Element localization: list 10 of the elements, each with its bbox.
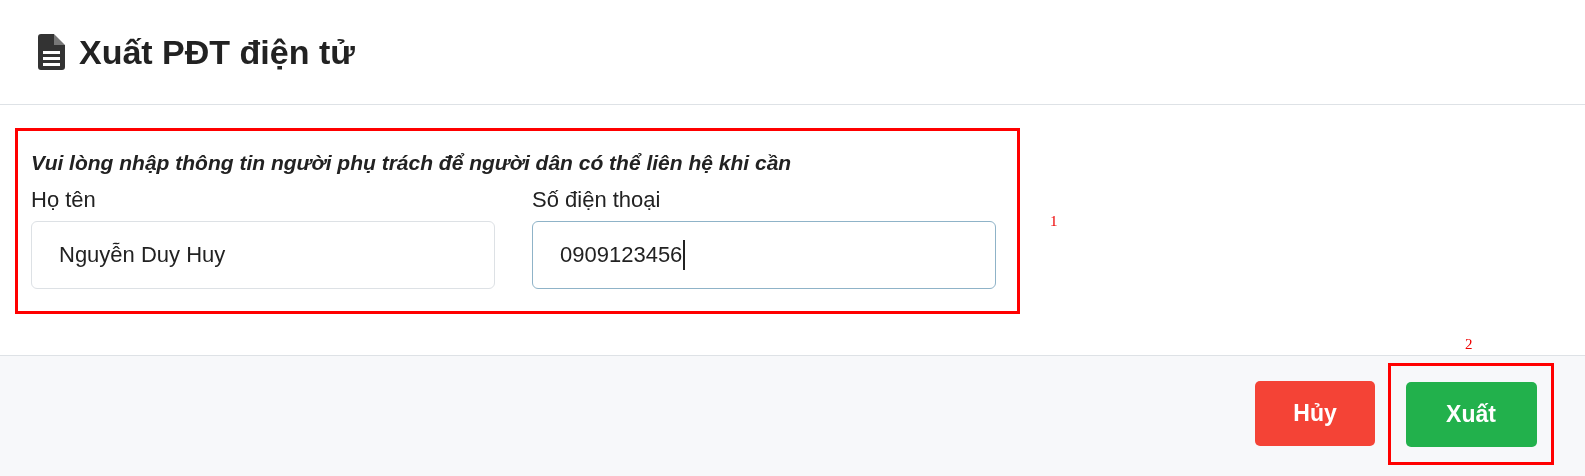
dialog-title: Xuất PĐT điện tử bbox=[79, 32, 355, 72]
cancel-button[interactable]: Hủy bbox=[1255, 381, 1375, 446]
document-icon bbox=[38, 34, 65, 70]
input-field[interactable]: Nguyễn Duy Huy bbox=[31, 221, 495, 289]
instruction-text: Vui lòng nhập thông tin người phụ trách để người dân có thể liên hệ khi cần bbox=[31, 151, 793, 175]
field-label: Số điện thoại bbox=[532, 187, 662, 213]
annotation-number: 1 bbox=[1050, 213, 1058, 230]
field-label: Họ tên bbox=[31, 187, 97, 213]
annotation-number: 2 bbox=[1465, 336, 1473, 353]
input-field[interactable]: 0909123456 bbox=[532, 221, 996, 289]
